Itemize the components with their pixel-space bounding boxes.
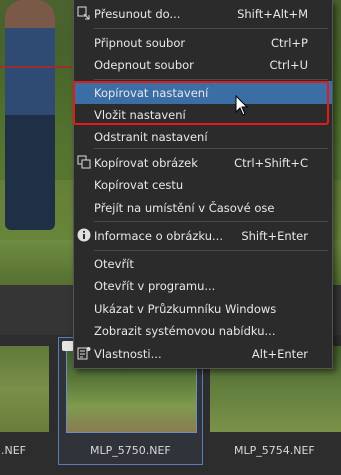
photo-person bbox=[5, 0, 55, 230]
menu-item-show-in-explorer[interactable]: Ukázat v Průzkumníku Windows bbox=[74, 297, 332, 320]
thumbnail-2-label: MLP_5750.NEF bbox=[90, 444, 171, 457]
menu-item-open[interactable]: Otevřít bbox=[74, 252, 332, 275]
menu-item-image-info[interactable]: Informace o obrázku... Shift+Enter bbox=[74, 224, 332, 247]
highlight-callout-box bbox=[73, 81, 329, 125]
copy-image-icon bbox=[77, 155, 91, 169]
menu-separator bbox=[94, 79, 328, 80]
thumbnail-3-label: MLP_5754.NEF bbox=[234, 444, 315, 457]
photo-rope bbox=[0, 66, 72, 68]
menu-item-copy-path[interactable]: Kopírovat cestu bbox=[74, 173, 332, 196]
thumbnail-1[interactable] bbox=[0, 346, 49, 432]
menu-item-properties[interactable]: Vlastnosti... Alt+Enter bbox=[74, 342, 332, 365]
move-icon bbox=[77, 6, 91, 20]
menu-item-open-with[interactable]: Otevřít v programu... bbox=[74, 274, 332, 297]
menu-item-copy-image[interactable]: Kopírovat obrázek Ctrl+Shift+C bbox=[74, 151, 332, 174]
context-menu: Přesunout do... Shift+Alt+M Připnout sou… bbox=[73, 0, 333, 369]
thumbnail-1-label: .NEF bbox=[1, 444, 27, 457]
menu-separator bbox=[94, 28, 328, 29]
menu-item-move-to[interactable]: Přesunout do... Shift+Alt+M bbox=[74, 2, 332, 25]
menu-separator bbox=[94, 148, 328, 149]
menu-separator bbox=[94, 221, 328, 222]
menu-item-system-menu[interactable]: Zobrazit systémovou nabídku... bbox=[74, 319, 332, 342]
menu-separator bbox=[94, 250, 328, 251]
info-icon bbox=[77, 228, 91, 242]
menu-item-remove-settings[interactable]: Odstranit nastavení bbox=[74, 125, 332, 148]
properties-icon bbox=[77, 346, 91, 360]
menu-item-go-to-timeline[interactable]: Přejít na umístění v Časové ose bbox=[74, 196, 332, 219]
mouse-cursor-icon bbox=[235, 95, 249, 116]
menu-item-unpin-file[interactable]: Odepnout soubor Ctrl+U bbox=[74, 53, 332, 76]
menu-item-pin-file[interactable]: Připnout soubor Ctrl+P bbox=[74, 31, 332, 54]
